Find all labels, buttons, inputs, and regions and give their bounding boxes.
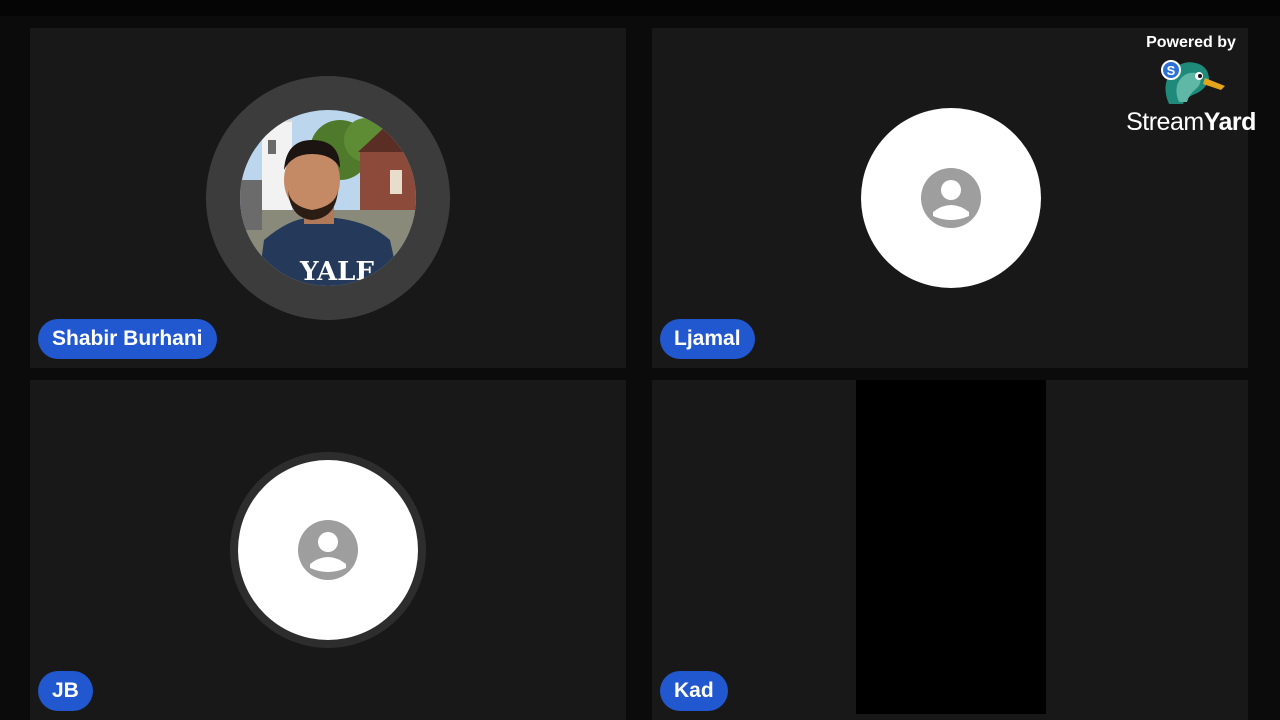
person-icon [298, 520, 358, 580]
svg-text:S: S [1167, 63, 1176, 78]
person-icon [921, 168, 981, 228]
shirt-text: YALE [299, 257, 375, 286]
participant-tile-shabir[interactable]: YALE Shabir Burhani [30, 28, 626, 368]
streamyard-watermark: Powered by S StreamYard [1116, 32, 1266, 148]
speaking-ring: YALE [206, 76, 450, 320]
name-tag: Ljamal [660, 319, 755, 359]
name-tag: Shabir Burhani [38, 319, 217, 359]
streamyard-duck-icon: S [1161, 60, 1225, 104]
participant-video [856, 380, 1046, 714]
powered-by-text: Powered by [1146, 34, 1236, 51]
participant-tile-jb[interactable]: JB [30, 380, 626, 720]
avatar-ring [230, 452, 426, 648]
avatar-placeholder [238, 460, 418, 640]
name-tag: JB [38, 671, 93, 711]
participant-tile-kad[interactable]: Kad [652, 380, 1248, 720]
streamyard-brand: StreamYard [1126, 108, 1256, 136]
top-bar [0, 0, 1280, 16]
avatar-placeholder [861, 108, 1041, 288]
participant-photo: YALE [240, 110, 416, 286]
name-tag: Kad [660, 671, 728, 711]
